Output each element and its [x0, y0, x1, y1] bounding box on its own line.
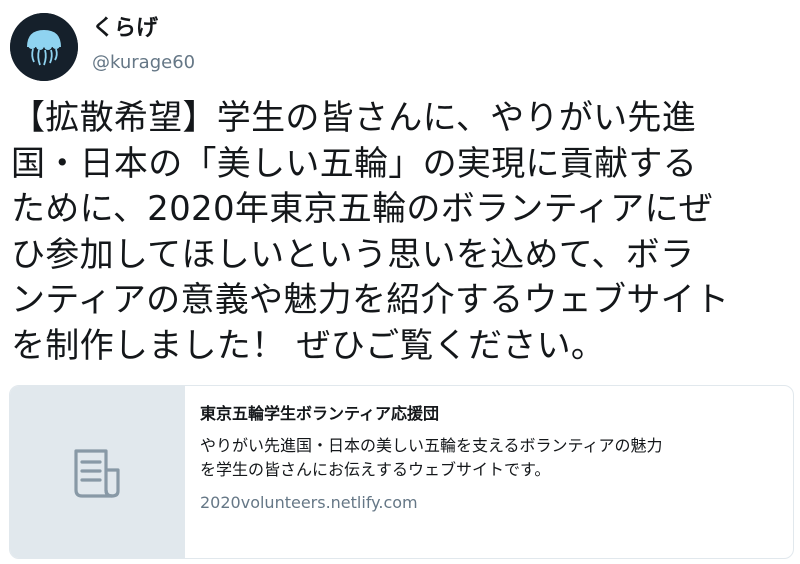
tweet-text-line: を制作しました！ ぜひご覧ください。 [11, 325, 606, 366]
card-title: 東京五輪学生ボランティア応援団 [200, 404, 440, 423]
link-preview-card[interactable]: 東京五輪学生ボランティア応援団 やりがい先進国・日本の美しい五輪を支えるボランテ… [9, 385, 794, 559]
document-icon [74, 449, 120, 498]
display-name[interactable]: くらげ [92, 14, 158, 44]
tweet-text: 【拡散希望】学生の皆さんに、やりがい先進 国・日本の「美しい五輪」の実現に貢献す… [11, 96, 791, 369]
card-thumbnail[interactable] [10, 386, 185, 558]
card-description-line: やりがい先進国・日本の美しい五輪を支えるボランティアの魅力 [200, 436, 663, 455]
card-url: 2020volunteers.netlify.com [200, 493, 418, 512]
user-handle[interactable]: @kurage60 [92, 50, 195, 76]
tweet-text-line: 【拡散希望】学生の皆さんに、やりがい先進 [11, 98, 696, 138]
card-description: やりがい先進国・日本の美しい五輪を支えるボランティアの魅力 を学生の皆さんにお伝… [200, 434, 790, 482]
tweet-text-line: ひ参加してほしいという思いを込めて、ボラ [11, 234, 695, 275]
card-description-line: を学生の皆さんにお伝えするウェブサイトです。 [200, 460, 551, 479]
jellyfish-icon [10, 13, 78, 81]
tweet-text-line: ために、2020年東京五輪のボランティアにぜ [11, 189, 714, 229]
tweet-text-line: 国・日本の「美しい五輪」の実現に貢献する [11, 143, 697, 184]
tweet-text-line: ンティアの意義や魅力を紹介するウェブサイト [11, 280, 730, 320]
avatar[interactable] [10, 13, 78, 81]
tweet: くらげ @kurage60 【拡散希望】学生の皆さんに、やりがい先進 国・日本の… [0, 0, 800, 564]
